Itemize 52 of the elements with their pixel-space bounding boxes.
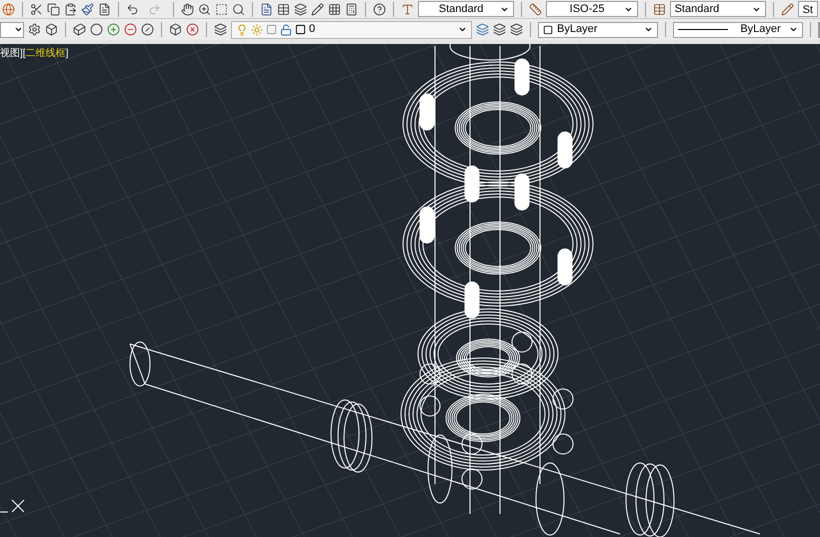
visual-style-label[interactable]: 二维线框 [26, 46, 66, 61]
text-style-dropdown[interactable]: Standard [418, 1, 514, 17]
layer-match-icon[interactable] [510, 23, 523, 36]
viewport-icon [266, 24, 277, 35]
layer-state-icon[interactable] [476, 23, 489, 36]
brush-icon[interactable] [81, 2, 94, 16]
sun-icon [251, 24, 263, 36]
linetype-dropdown[interactable]: ByLayer [673, 22, 803, 38]
layer-manager-icon[interactable] [214, 23, 227, 36]
view-label[interactable]: 视图][ [0, 46, 26, 61]
layers-icon[interactable] [294, 2, 307, 16]
document-icon[interactable] [98, 2, 111, 16]
text-style-icon[interactable] [400, 2, 414, 16]
ucs-icon [0, 500, 24, 512]
grid-icon[interactable] [328, 2, 341, 16]
help-icon[interactable] [372, 2, 386, 16]
undo-icon[interactable] [126, 2, 139, 16]
remove-view-icon[interactable] [124, 23, 137, 36]
line-sample-icon [678, 29, 728, 30]
color-swatch-icon [295, 24, 306, 35]
zoom-icon[interactable] [198, 2, 211, 16]
layer-dropdown[interactable]: 0 [231, 20, 472, 38]
layer-previous-icon[interactable] [493, 23, 506, 36]
box-icon[interactable] [169, 23, 182, 36]
color-dropdown[interactable]: ByLayer [538, 22, 658, 38]
delete-icon[interactable] [186, 23, 199, 36]
table-style-icon[interactable] [652, 2, 666, 16]
paste-icon[interactable] [64, 2, 77, 16]
leader-style-icon[interactable] [780, 2, 794, 16]
leader-style-dropdown[interactable]: St [798, 1, 818, 17]
search-icon[interactable] [232, 2, 245, 16]
box-icon[interactable] [45, 23, 58, 36]
table-icon[interactable] [276, 2, 290, 16]
ruler-icon[interactable] [528, 2, 542, 16]
color-swatch-icon [543, 24, 553, 34]
pan-icon[interactable] [180, 2, 194, 16]
settings-icon[interactable] [28, 23, 41, 36]
zoom-window-icon[interactable] [214, 2, 228, 16]
add-view-icon[interactable] [107, 23, 120, 36]
bulb-icon [236, 24, 248, 36]
slash-circle-icon[interactable] [141, 23, 154, 36]
copy-icon[interactable] [47, 2, 60, 16]
cut-icon[interactable] [30, 2, 43, 16]
globe-icon[interactable] [2, 2, 15, 16]
label-bracket: ] [66, 47, 68, 61]
view-cube-icon[interactable] [73, 23, 86, 36]
calculator-icon[interactable] [344, 2, 358, 16]
table-style-dropdown[interactable]: Standard [670, 1, 766, 17]
properties-icon[interactable] [260, 2, 273, 16]
dimension-style-dropdown[interactable]: ISO-25 [546, 1, 638, 17]
unlock-icon [280, 24, 292, 36]
pencil-icon[interactable] [310, 2, 324, 16]
